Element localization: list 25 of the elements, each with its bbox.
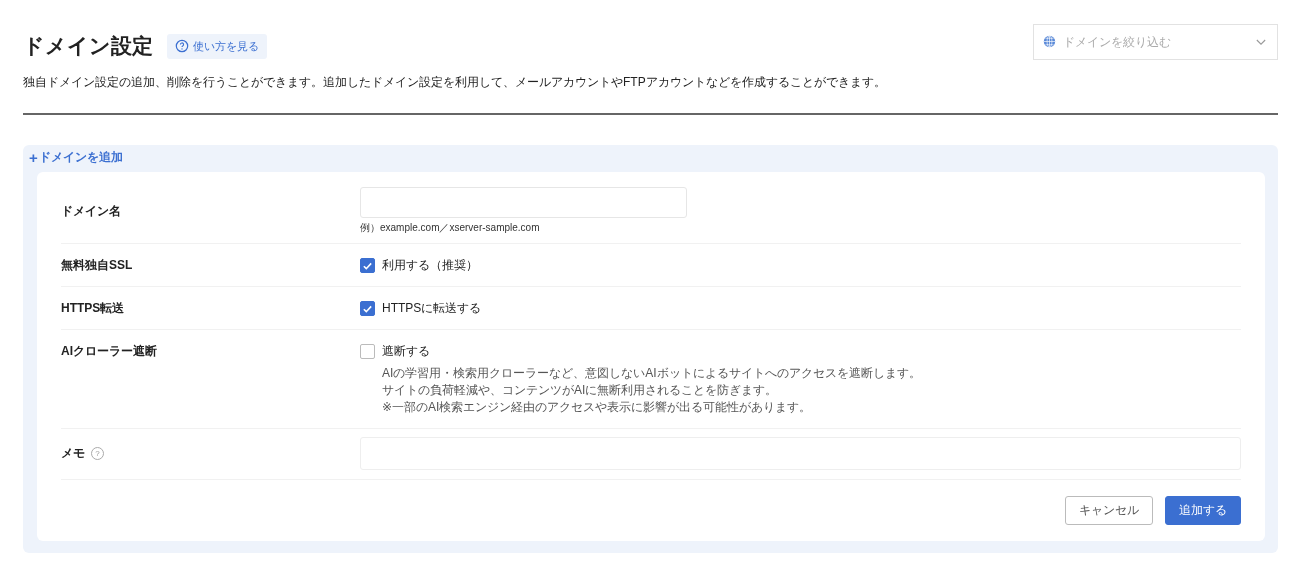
help-link[interactable]: 使い方を見る	[167, 33, 267, 59]
field-label: AIクローラー遮断	[61, 343, 157, 360]
checkbox-label[interactable]: 利用する（推奨）	[382, 257, 478, 274]
field-hint: 例）example.com／xserver-sample.com	[360, 221, 541, 235]
page-title: ドメイン設定	[23, 33, 153, 59]
domain-input-field[interactable]	[360, 187, 687, 218]
field-label: HTTPS転送	[61, 300, 125, 317]
note-text: AIの学習用・検索用クローラーなど、意図しないAIボットによるサイトへのアクセスを遮断します。	[382, 365, 922, 382]
field-label: メモ	[61, 445, 85, 462]
cancel-button[interactable]: キャンセル	[1065, 496, 1153, 525]
note-text: ※一部のAI検索エンジン経由のアクセスや表示に影響が出る可能性があります。	[382, 399, 813, 416]
domain-filter-field[interactable]: ドメインを絞り込む	[1033, 24, 1278, 60]
add-domain-toggle[interactable]: +ドメインを追加	[29, 149, 123, 166]
chevron-down-icon	[1256, 39, 1266, 46]
checkbox[interactable]	[360, 258, 375, 273]
field-label: 無料独自SSL	[61, 257, 133, 274]
checkbox-label[interactable]: HTTPSに転送する	[382, 300, 482, 317]
add-button[interactable]: 追加する	[1165, 496, 1241, 525]
field-label: ドメイン名	[61, 202, 121, 220]
checkbox[interactable]	[360, 344, 375, 359]
checkbox-label[interactable]: 遮断する	[382, 343, 430, 360]
checkbox[interactable]	[360, 301, 375, 316]
note-text: サイトの負荷軽減や、コンテンツがAIに無断利用されることを防ぎます。	[382, 382, 779, 399]
help-icon	[175, 39, 189, 53]
page-description: 独自ドメイン設定の追加、削除を行うことができます。追加したドメイン設定を利用して、メールアカウントやFTPアカウントなどを作成することができます。	[23, 74, 886, 91]
